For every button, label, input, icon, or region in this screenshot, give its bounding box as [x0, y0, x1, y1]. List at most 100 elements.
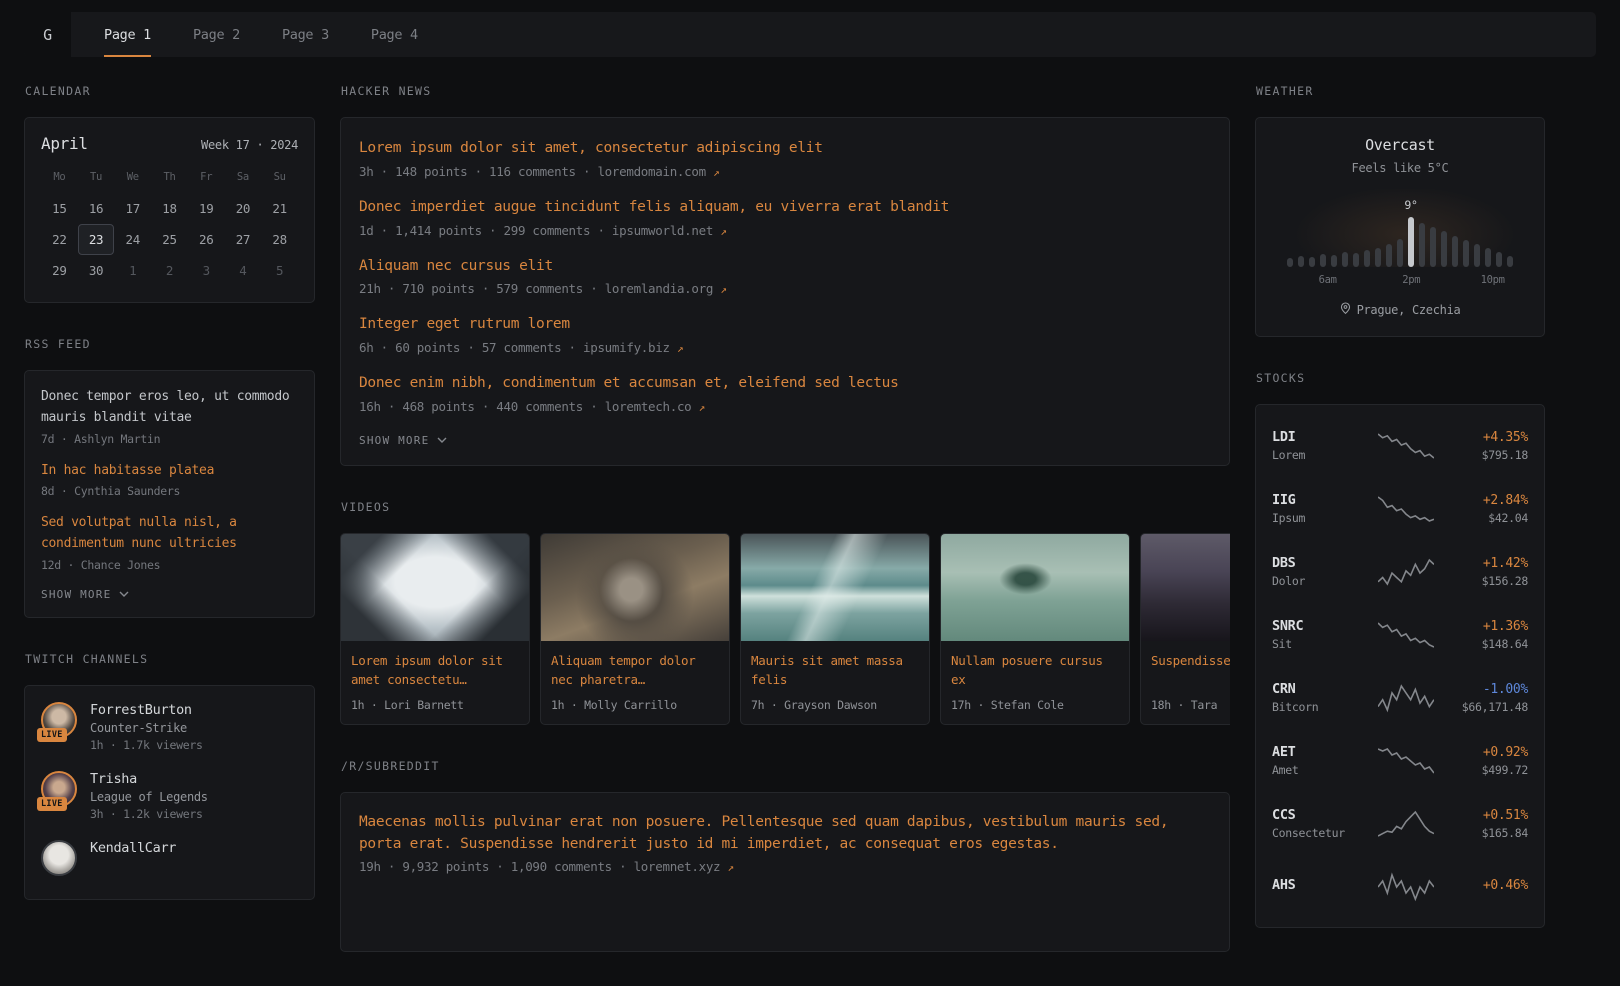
twitch-avatar-wrap: LIVE	[41, 702, 77, 738]
video-title: Suspendisse diam	[1151, 651, 1230, 690]
stock-row[interactable]: CCS Consectetur +0.51% $165.84	[1272, 792, 1528, 855]
calendar-dow: Tu	[78, 165, 115, 193]
tab-page-3[interactable]: Page 3	[261, 12, 350, 57]
twitch-channel[interactable]: LIVE Trisha League of Legends 3h · 1.2k …	[41, 771, 298, 821]
temperature-bar-column	[1474, 189, 1480, 267]
stock-info: DBS Dolor	[1272, 555, 1370, 588]
video-card[interactable]: Lorem ipsum dolor sit amet consectetu… 1…	[340, 533, 530, 725]
subreddit-section: /R/SUBREDDIT Maecenas mollis pulvinar er…	[340, 759, 1230, 952]
stock-symbol: LDI	[1272, 429, 1370, 445]
rss-card: Donec tempor eros leo, ut commodo mauris…	[24, 370, 315, 618]
stock-row[interactable]: CRN Bitcorn -1.00% $66,171.48	[1272, 666, 1528, 729]
news-title-link[interactable]: Aliquam nec cursus elit	[359, 256, 553, 278]
news-meta-text: 3h · 148 points · 116 comments ·	[359, 164, 597, 179]
stock-change: +4.35%	[1442, 430, 1528, 445]
tab-page-2[interactable]: Page 2	[172, 12, 261, 57]
stocks-section: STOCKS LDI Lorem +4.35% $795.18	[1255, 371, 1545, 928]
rss-item: Sed volutpat nulla nisl, a condimentum n…	[41, 513, 298, 572]
news-meta: 1d · 1,414 points · 299 comments · ipsum…	[359, 223, 1211, 238]
rss-item-link[interactable]: Sed volutpat nulla nisl, a condimentum n…	[41, 513, 298, 555]
stock-price: $165.84	[1442, 826, 1528, 840]
rss-show-more-button[interactable]: SHOW MORE	[41, 588, 298, 601]
tab-page-1[interactable]: Page 1	[83, 12, 172, 57]
news-meta: 16h · 468 points · 440 comments · loremt…	[359, 399, 1211, 414]
twitch-card: LIVE ForrestBurton Counter-Strike 1h · 1…	[24, 685, 315, 900]
news-meta-text: 6h · 60 points · 57 comments ·	[359, 340, 583, 355]
temperature-bar-column	[1485, 189, 1491, 267]
stock-row[interactable]: IIG Ipsum +2.84% $42.04	[1272, 477, 1528, 540]
twitch-channel[interactable]: LIVE ForrestBurton Counter-Strike 1h · 1…	[41, 702, 298, 752]
stocks-card: LDI Lorem +4.35% $795.18 IIG Ipsum	[1255, 404, 1545, 928]
news-domain-link[interactable]: ipsumify.biz ↗	[583, 340, 683, 355]
temperature-bar-column	[1397, 189, 1403, 267]
reddit-domain-link[interactable]: loremnet.xyz ↗	[634, 859, 734, 874]
rss-item: In hac habitasse platea 8d · Cynthia Sau…	[41, 461, 298, 499]
stock-sparkline	[1370, 431, 1442, 461]
news-domain-link[interactable]: ipsumworld.net ↗	[612, 223, 727, 238]
news-title-link[interactable]: Donec enim nibh, condimentum et accumsan…	[359, 373, 899, 395]
calendar-day: 24	[114, 224, 151, 255]
external-link-icon: ↗	[728, 861, 734, 874]
calendar-dow: Sa	[225, 165, 262, 193]
dashboard: G Page 1 Page 2 Page 3 Page 4 CALENDAR A…	[0, 0, 1620, 986]
videos-section-title: VIDEOS	[341, 500, 1230, 514]
news-item: Donec enim nibh, condimentum et accumsan…	[359, 372, 1211, 414]
rss-item-link[interactable]: Donec tempor eros leo, ut commodo mauris…	[41, 387, 298, 429]
news-title-link[interactable]: Lorem ipsum dolor sit amet, consectetur …	[359, 138, 823, 160]
news-title-link[interactable]: Integer eget rutrum lorem	[359, 314, 570, 336]
stock-row[interactable]: DBS Dolor +1.42% $156.28	[1272, 540, 1528, 603]
news-domain: loremdomain.com	[597, 164, 705, 179]
stock-sparkline	[1370, 746, 1442, 776]
chevron-down-icon	[119, 591, 129, 597]
temperature-bar	[1397, 239, 1403, 267]
weather-section-title: WEATHER	[1256, 84, 1545, 98]
video-card[interactable]: Mauris sit amet massa felis 7h · Grayson…	[740, 533, 930, 725]
twitch-channel[interactable]: KendallCarr	[41, 840, 298, 876]
stock-values: +0.46%	[1442, 878, 1528, 896]
tab-page-4[interactable]: Page 4	[350, 12, 439, 57]
videos-carousel[interactable]: Lorem ipsum dolor sit amet consectetu… 1…	[340, 533, 1230, 725]
temperature-bar-column	[1463, 189, 1469, 267]
video-card[interactable]: Suspendisse diam 18h · Tara	[1140, 533, 1230, 725]
stock-symbol: DBS	[1272, 555, 1370, 571]
video-title: Mauris sit amet massa felis	[751, 651, 919, 690]
calendar-section: CALENDAR April Week 17 · 2024 Mo Tu We T…	[24, 84, 315, 303]
temperature-chart: 9°	[1272, 189, 1528, 267]
calendar-day-next-month: 5	[261, 255, 298, 286]
video-title: Aliquam tempor dolor nec pharetra…	[551, 651, 719, 690]
news-domain-link[interactable]: loremtech.co ↗	[605, 399, 705, 414]
stock-row[interactable]: SNRC Sit +1.36% $148.64	[1272, 603, 1528, 666]
weather-condition: Overcast	[1272, 136, 1528, 154]
news-meta: 21h · 710 points · 579 comments · loreml…	[359, 281, 1211, 296]
stock-values: +1.36% $148.64	[1442, 619, 1528, 651]
hackernews-section: HACKER NEWS Lorem ipsum dolor sit amet, …	[340, 84, 1230, 466]
news-domain-link[interactable]: loremdomain.com ↗	[597, 164, 719, 179]
external-link-icon: ↗	[720, 283, 726, 296]
rss-item: Donec tempor eros leo, ut commodo mauris…	[41, 387, 298, 446]
temperature-bar-column	[1298, 189, 1304, 267]
external-link-icon: ↗	[713, 166, 719, 179]
temperature-bar-column	[1430, 189, 1436, 267]
news-domain-link[interactable]: loremlandia.org ↗	[605, 281, 727, 296]
chevron-down-icon	[437, 437, 447, 443]
video-card[interactable]: Nullam posuere cursus ex 17h · Stefan Co…	[940, 533, 1130, 725]
calendar-day: 28	[261, 224, 298, 255]
rss-item-link[interactable]: In hac habitasse platea	[41, 461, 298, 482]
calendar-day-next-month: 4	[225, 255, 262, 286]
app-logo[interactable]: G	[24, 12, 71, 57]
external-link-icon: ↗	[677, 342, 683, 355]
stock-row[interactable]: LDI Lorem +4.35% $795.18	[1272, 414, 1528, 477]
hackernews-show-more-button[interactable]: SHOW MORE	[359, 434, 1211, 447]
temperature-bar	[1485, 248, 1491, 267]
reddit-post-title-link[interactable]: Maecenas mollis pulvinar erat non posuer…	[359, 812, 1211, 856]
stock-info: SNRC Sit	[1272, 618, 1370, 651]
stock-row[interactable]: AHS +0.46%	[1272, 855, 1528, 918]
video-card[interactable]: Aliquam tempor dolor nec pharetra… 1h · …	[540, 533, 730, 725]
hackernews-card: Lorem ipsum dolor sit amet, consectetur …	[340, 117, 1230, 466]
stock-row[interactable]: AET Amet +0.92% $499.72	[1272, 729, 1528, 792]
weather-feels-like: Feels like 5°C	[1272, 161, 1528, 175]
stock-values: +1.42% $156.28	[1442, 556, 1528, 588]
twitch-game: League of Legends	[90, 790, 208, 804]
calendar-dow: Mo	[41, 165, 78, 193]
news-title-link[interactable]: Donec imperdiet augue tincidunt felis al…	[359, 197, 949, 219]
